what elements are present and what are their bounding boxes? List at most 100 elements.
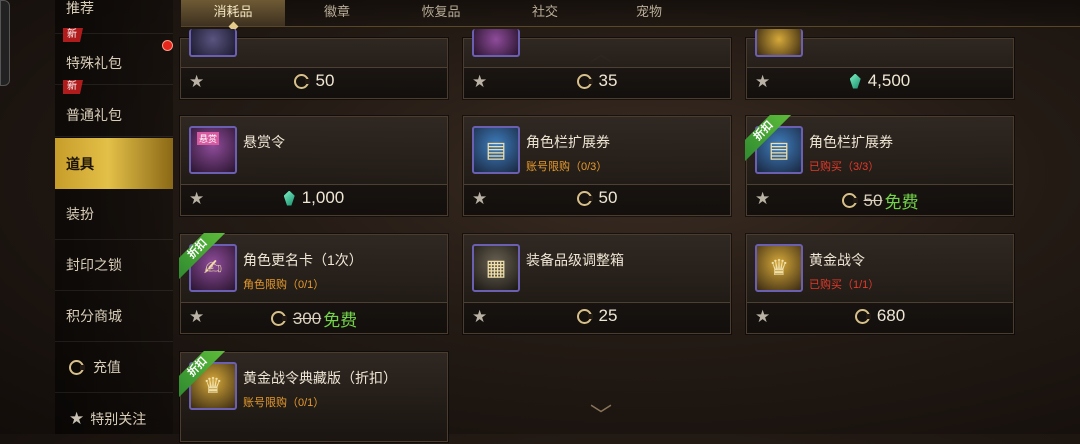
- price-value: 25: [598, 306, 618, 325]
- tab-recovery[interactable]: 恢复品: [389, 0, 493, 26]
- card-price-bar: ★ 50 免费: [747, 184, 1013, 215]
- purchase-limit: 账号限购（0/1）: [243, 397, 325, 409]
- shop-item-card[interactable]: ★ 50: [180, 29, 448, 99]
- notification-dot: [162, 40, 173, 51]
- card-price-bar: ★ 680: [747, 302, 1013, 333]
- sidebar-item-label: 充值: [93, 359, 121, 375]
- price-value: 680: [876, 306, 906, 325]
- item-price: 4,500: [747, 71, 1013, 91]
- price-value: 50: [598, 188, 618, 207]
- category-sidebar: 推荐 新 特殊礼包 新 普通礼包 道具 装扮 封印之锁 积分商城 充值 ★ 特别…: [55, 0, 173, 434]
- purchase-limit: 已购买（3/3）: [809, 161, 880, 173]
- purchase-limit: 角色限购（0/1）: [243, 279, 325, 291]
- shop-item-card[interactable]: ✍ 角色更名卡（1次） 角色限购（0/1） 折扣 ★ 300 免费: [179, 233, 448, 334]
- star-icon: ★: [69, 408, 85, 428]
- item-price: 35: [464, 71, 730, 91]
- tab-badges[interactable]: 徽章: [285, 0, 389, 26]
- card-icon: ▤: [485, 137, 507, 162]
- coin-icon: [576, 308, 593, 324]
- discount-ribbon: 折扣: [179, 233, 225, 279]
- price-value: 1,000: [301, 188, 345, 207]
- sidebar-item-normal-pack[interactable]: 新 普通礼包: [55, 80, 173, 137]
- sidebar-item-costume[interactable]: 装扮: [55, 189, 173, 240]
- sidebar-item-label: 特别关注: [90, 410, 147, 427]
- crest-icon: ♛: [769, 255, 789, 280]
- tab-pets[interactable]: 宠物: [597, 0, 701, 26]
- sidebar-item-special-pack[interactable]: 新 特殊礼包: [55, 28, 173, 85]
- item-price: 300 免费: [181, 306, 447, 331]
- item-icon: [472, 29, 520, 57]
- card-price-bar: ★ 1,000: [181, 184, 447, 215]
- price-value: 免费: [884, 193, 919, 212]
- gem-icon: [849, 73, 861, 89]
- discount-ribbon: 折扣: [745, 115, 791, 161]
- tab-social[interactable]: 社交: [493, 0, 597, 26]
- price-value: 4,500: [867, 71, 911, 90]
- shop-item-card[interactable]: ♛ 黄金战令 已购买（1/1） ★ 680: [746, 234, 1014, 334]
- item-price: 680: [747, 306, 1013, 326]
- sidebar-item-label: 道具: [66, 155, 94, 172]
- item-icon: [189, 29, 237, 57]
- coin-icon: [69, 359, 85, 375]
- sidebar-item-label: 装扮: [66, 206, 94, 222]
- item-price: 25: [464, 306, 730, 326]
- price-value: 50: [315, 71, 335, 90]
- coin-icon: [576, 73, 593, 89]
- discount-label: 折扣: [745, 115, 791, 161]
- coin-icon: [854, 308, 871, 324]
- coin-icon: [293, 73, 310, 89]
- sidebar-item-label: 积分商城: [66, 308, 122, 324]
- shop-item-card[interactable]: 悬赏 悬赏令 ★ 1,000: [180, 116, 448, 216]
- discount-ribbon: 折扣: [179, 351, 225, 397]
- icon-label: 悬赏: [197, 132, 220, 145]
- purchase-limit: 已购买（1/1）: [809, 279, 880, 291]
- shop-item-card[interactable]: ★ 35: [463, 29, 731, 99]
- coin-icon: [841, 193, 858, 208]
- box-icon: ▦: [485, 255, 507, 280]
- card-price-bar: ★ 25: [464, 302, 730, 333]
- gold-battle-pass-icon: ♛: [755, 244, 803, 292]
- original-price: 300: [292, 308, 322, 328]
- item-price: 50: [464, 188, 730, 208]
- sidebar-item-seal-lock[interactable]: 封印之锁: [55, 240, 173, 291]
- sidebar-item-label: 特殊礼包: [66, 55, 122, 71]
- discount-label: 折扣: [179, 233, 225, 279]
- card-price-bar: ★ 50: [464, 184, 730, 215]
- sidebar-item-recharge[interactable]: 充值: [55, 342, 173, 393]
- item-name: 角色栏扩展券: [809, 134, 893, 150]
- card-price-bar: ★ 4,500: [747, 67, 1013, 98]
- new-badge: 新: [63, 80, 83, 94]
- sidebar-item-label: 封印之锁: [66, 257, 122, 273]
- sidebar-item-favorites[interactable]: ★ 特别关注: [55, 393, 173, 444]
- scroll-down-indicator-icon[interactable]: ﹀: [590, 398, 612, 430]
- item-name: 角色更名卡（1次）: [243, 252, 363, 268]
- shop-item-card[interactable]: ♛ 黄金战令典藏版（折扣） 账号限购（0/1） 折扣: [179, 351, 448, 442]
- shop-item-card[interactable]: ▦ 装备品级调整箱 ★ 25: [463, 234, 731, 334]
- item-price: 50: [181, 71, 447, 91]
- item-name: 角色栏扩展券: [526, 134, 610, 150]
- item-name: 黄金战令典藏版（折扣）: [243, 370, 397, 386]
- sidebar-item-label: 普通礼包: [66, 107, 122, 123]
- shop-item-card[interactable]: ▤ 角色栏扩展券 已购买（3/3） 折扣 ★ 50 免费: [745, 115, 1014, 216]
- item-price: 1,000: [181, 188, 447, 208]
- price-value: 35: [598, 71, 618, 90]
- sidebar-item-items[interactable]: 道具: [55, 138, 173, 189]
- item-name: 悬赏令: [243, 134, 285, 150]
- price-value: 免费: [323, 311, 358, 330]
- window-edge-handle: [0, 0, 10, 86]
- bounty-order-icon: 悬赏: [189, 126, 237, 174]
- card-price-bar: ★ 35: [464, 67, 730, 98]
- item-name: 黄金战令: [809, 252, 865, 268]
- coin-icon: [576, 190, 593, 206]
- shop-item-card[interactable]: ★ 4,500: [746, 29, 1014, 99]
- sidebar-item-points-shop[interactable]: 积分商城: [55, 291, 173, 342]
- tab-consumables[interactable]: 消耗品: [181, 0, 285, 26]
- coin-icon: [270, 311, 287, 326]
- card-price-bar: ★ 300 免费: [181, 302, 447, 333]
- item-name: 装备品级调整箱: [526, 252, 624, 268]
- shop-item-card[interactable]: ▤ 角色栏扩展券 账号限购（0/3） ★ 50: [463, 116, 731, 216]
- equipment-grade-box-icon: ▦: [472, 244, 520, 292]
- sidebar-item-label: 推荐: [66, 0, 94, 16]
- gem-icon: [283, 190, 295, 206]
- card-price-bar: ★ 50: [181, 67, 447, 98]
